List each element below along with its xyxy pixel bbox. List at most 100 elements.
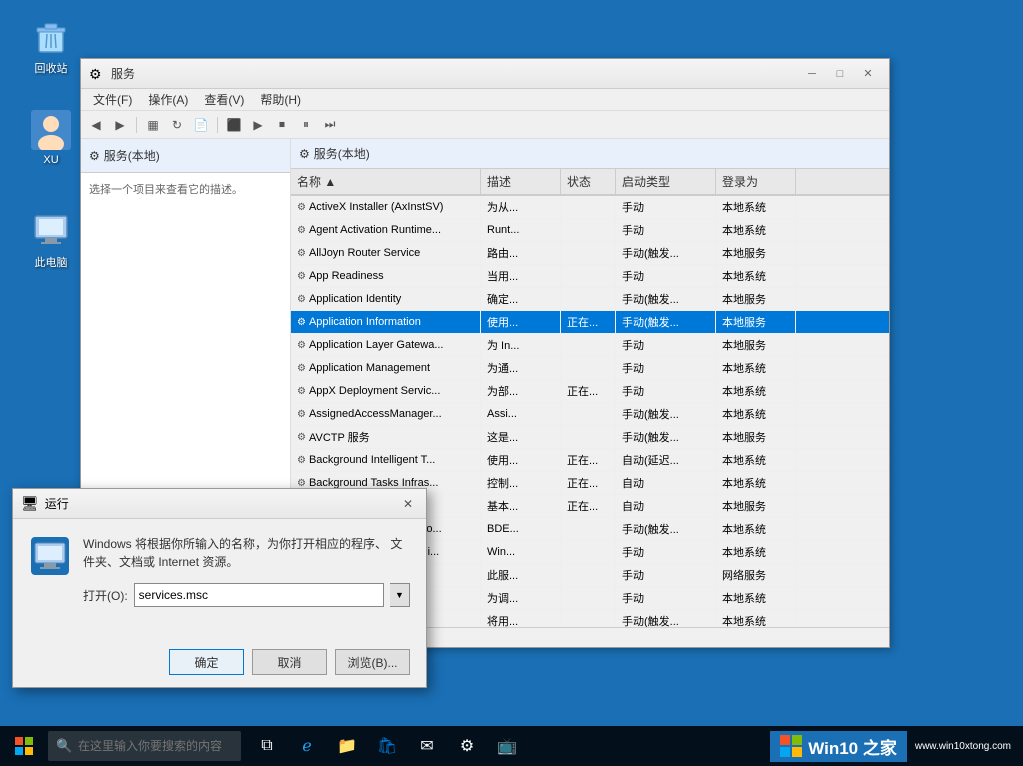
service-status [561, 564, 616, 586]
table-row[interactable]: ⚙Background Intelligent T... 使用... 正在...… [291, 449, 889, 472]
service-desc: Assi... [481, 403, 561, 425]
maximize-button[interactable]: □ [827, 64, 853, 84]
col-startup[interactable]: 启动类型 [616, 169, 716, 194]
service-logon: 本地系统 [716, 449, 796, 471]
run-input-label: 打开(O): [83, 587, 128, 604]
service-name: Agent Activation Runtime... [309, 224, 441, 236]
service-startup: 手动 [616, 357, 716, 379]
desktop-icon-recycle[interactable]: 回收站 [16, 16, 86, 76]
service-status [561, 242, 616, 264]
toolbar-sep1 [136, 117, 137, 133]
service-name: App Readiness [309, 270, 384, 282]
toolbar-run[interactable]: ▶ [247, 114, 269, 136]
toolbar-stop[interactable]: ⏹ [271, 114, 293, 136]
service-logon: 本地系统 [716, 587, 796, 609]
toolbar-play[interactable]: ⬛ [223, 114, 245, 136]
menu-action[interactable]: 操作(A) [140, 89, 196, 110]
service-startup: 手动 [616, 541, 716, 563]
service-desc: BDE... [481, 518, 561, 540]
right-panel-header: ⚙ 服务(本地) [291, 139, 889, 169]
taskbar-edge[interactable]: ℯ [289, 726, 325, 766]
taskbar-search-input[interactable] [48, 731, 241, 761]
service-logon: 本地系统 [716, 472, 796, 494]
service-logon: 本地系统 [716, 610, 796, 627]
right-header-icon: ⚙ [299, 147, 310, 161]
run-browse-button[interactable]: 浏览(B)... [335, 649, 410, 675]
service-name: Application Layer Gatewa... [309, 339, 444, 351]
table-row[interactable]: ⚙AVCTP 服务 这是... 手动(触发... 本地服务 [291, 426, 889, 449]
table-row[interactable]: ⚙Application Layer Gatewa... 为 In... 手动 … [291, 334, 889, 357]
left-panel-header: ⚙ 服务(本地) [81, 139, 290, 173]
service-status: 正在... [561, 449, 616, 471]
col-logon[interactable]: 登录为 [716, 169, 796, 194]
service-icon: ⚙ [297, 340, 306, 351]
service-startup: 手动 [616, 196, 716, 218]
toolbar-resume[interactable]: ⏭ [319, 114, 341, 136]
user-icon [31, 110, 71, 150]
service-icon: ⚙ [297, 271, 306, 282]
service-startup: 手动(触发... [616, 403, 716, 425]
service-icon: ⚙ [297, 225, 306, 236]
menu-file[interactable]: 文件(F) [85, 89, 140, 110]
start-button[interactable] [0, 726, 48, 766]
close-button[interactable]: ✕ [855, 64, 881, 84]
toolbar-refresh[interactable]: ↻ [166, 114, 188, 136]
table-row[interactable]: ⚙Application Identity 确定... 手动(触发... 本地服… [291, 288, 889, 311]
service-desc: 这是... [481, 426, 561, 448]
toolbar-back[interactable]: ◀ [85, 114, 107, 136]
taskbar-store[interactable]: 🛍 [369, 726, 405, 766]
service-logon: 网络服务 [716, 564, 796, 586]
toolbar-details[interactable]: ▦ [142, 114, 164, 136]
service-status [561, 334, 616, 356]
taskbar-folder[interactable]: 📁 [329, 726, 365, 766]
toolbar-forward[interactable]: ▶ [109, 114, 131, 136]
toolbar-pause[interactable]: ⏸ [295, 114, 317, 136]
run-dialog: 🖥 运行 ✕ Windows 将根据你所输入的名称，为你打开相应的程序、 文件夹… [12, 488, 427, 688]
service-status [561, 288, 616, 310]
run-cancel-button[interactable]: 取消 [252, 649, 327, 675]
desktop-icon-user[interactable]: XU [16, 110, 86, 166]
taskbar-task-view[interactable]: ⧉ [249, 726, 285, 766]
desktop-icon-computer[interactable]: 此电脑 [16, 210, 86, 270]
run-ok-button[interactable]: 确定 [169, 649, 244, 675]
minimize-button[interactable]: ─ [799, 64, 825, 84]
run-close-button[interactable]: ✕ [398, 495, 418, 513]
toolbar-export[interactable]: 📄 [190, 114, 212, 136]
col-status[interactable]: 状态 [561, 169, 616, 194]
computer-icon [31, 210, 71, 250]
taskbar-settings[interactable]: ⚙ [449, 726, 485, 766]
run-body: Windows 将根据你所输入的名称，为你打开相应的程序、 文件夹、文档或 In… [13, 519, 426, 641]
service-name: ActiveX Installer (AxInstSV) [309, 201, 444, 213]
run-buttons: 确定 取消 浏览(B)... [13, 641, 426, 687]
col-desc[interactable]: 描述 [481, 169, 561, 194]
service-name: Application Identity [309, 293, 401, 305]
service-desc: 为部... [481, 380, 561, 402]
table-row[interactable]: ⚙AssignedAccessManager... Assi... 手动(触发.… [291, 403, 889, 426]
run-input[interactable] [134, 583, 384, 607]
service-status [561, 426, 616, 448]
service-startup: 手动(触发... [616, 426, 716, 448]
table-row[interactable]: ⚙AppX Deployment Servic... 为部... 正在... 手… [291, 380, 889, 403]
table-row[interactable]: ⚙Agent Activation Runtime... Runt... 手动 … [291, 219, 889, 242]
taskbar-media[interactable]: 📺 [489, 726, 525, 766]
taskbar-mail[interactable]: ✉ [409, 726, 445, 766]
taskbar-search-wrap: 🔍 [48, 731, 241, 761]
menu-view[interactable]: 查看(V) [196, 89, 252, 110]
table-row[interactable]: ⚙ActiveX Installer (AxInstSV) 为从... 手动 本… [291, 196, 889, 219]
menu-help[interactable]: 帮助(H) [252, 89, 309, 110]
service-desc: 为从... [481, 196, 561, 218]
table-row[interactable]: ⚙Application Information 使用... 正在... 手动(… [291, 311, 889, 334]
table-row[interactable]: ⚙AllJoyn Router Service 路由... 手动(触发... 本… [291, 242, 889, 265]
run-dropdown-button[interactable]: ▼ [390, 583, 410, 607]
run-title-icon: 🖥 [21, 495, 39, 512]
service-desc: 基本... [481, 495, 561, 517]
table-row[interactable]: ⚙App Readiness 当用... 手动 本地系统 [291, 265, 889, 288]
table-row[interactable]: ⚙Application Management 为通... 手动 本地系统 [291, 357, 889, 380]
col-name[interactable]: 名称 ▲ [291, 169, 481, 194]
taskbar: 🔍 ⧉ ℯ 📁 🛍 ✉ ⚙ 📺 Win10 之家 www.win10xtong.… [0, 726, 1023, 766]
service-icon: ⚙ [297, 202, 306, 213]
service-logon: 本地服务 [716, 288, 796, 310]
table-header: 名称 ▲ 描述 状态 启动类型 登录为 [291, 169, 889, 196]
service-desc: 为 In... [481, 334, 561, 356]
service-logon: 本地系统 [716, 518, 796, 540]
